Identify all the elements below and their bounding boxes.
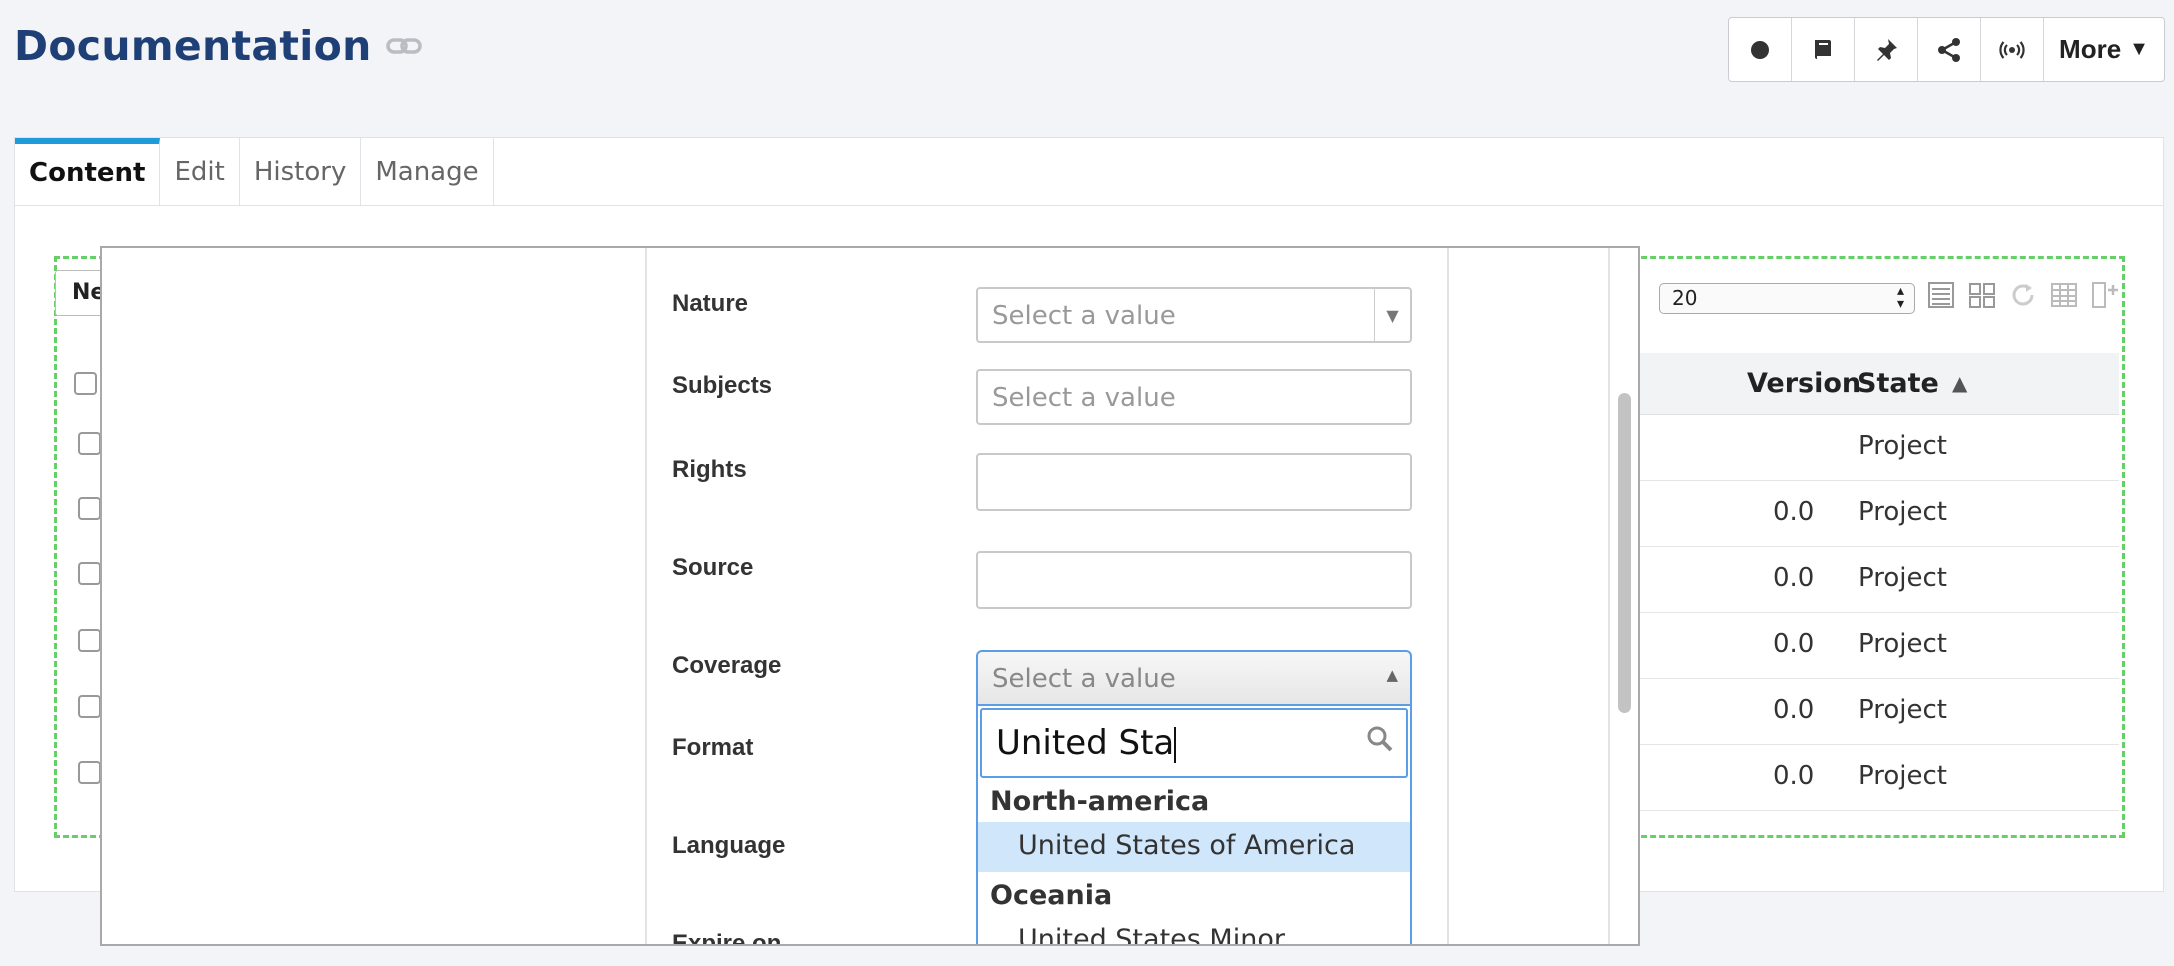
table-header: Version State ▲ (1637, 353, 2119, 415)
subjects-label: Subjects (672, 372, 773, 399)
tab-bar: Content Edit History Manage (15, 138, 2163, 206)
object-toolbar: More ▼ (1728, 17, 2165, 82)
column-header-version[interactable]: Version (1747, 368, 1861, 399)
coverage-search-input[interactable]: United Sta (980, 708, 1408, 778)
row-version: 0.0 (1773, 761, 1815, 791)
pin-icon (1877, 38, 1897, 61)
search-icon (1366, 722, 1394, 762)
status-button[interactable] (1729, 18, 1792, 81)
caret-down-icon: ▼ (2129, 38, 2149, 60)
option-item[interactable]: United States Minor Outlying (978, 916, 1410, 944)
row-checkbox[interactable] (78, 562, 101, 585)
source-label: Source (672, 554, 754, 581)
row-checkbox[interactable] (78, 497, 101, 520)
nature-select[interactable]: Select a value ▼ (976, 287, 1412, 343)
coverage-dropdown: United Sta North-america United States o… (976, 706, 1412, 944)
pin-button[interactable] (1855, 18, 1918, 81)
row-state: Project (1858, 695, 1947, 725)
coverage-search-value: United Sta (996, 723, 1175, 763)
table-icon[interactable] (2049, 280, 2079, 310)
coverage-select[interactable]: Select a value ▲ (976, 650, 1412, 706)
text-cursor (1174, 726, 1177, 763)
broadcast-icon (1999, 40, 2025, 59)
refresh-icon[interactable] (2008, 280, 2038, 310)
row-version: 0.0 (1773, 695, 1815, 725)
column-add-icon[interactable] (2090, 280, 2120, 310)
per-page-select[interactable]: 20 ▴ ▾ (1659, 283, 1915, 314)
spinner-arrows-icon: ▴ ▾ (1896, 283, 1904, 312)
table-row[interactable]: 0.0 Project (1637, 613, 2119, 679)
chevron-down-icon[interactable]: ▼ (1374, 289, 1410, 341)
modal-divider (1608, 248, 1610, 944)
table-row[interactable]: 0.0 Project (1637, 679, 2119, 745)
table-row[interactable]: 0.0 Project (1637, 745, 2119, 811)
subjects-input[interactable]: Select a value (976, 369, 1412, 425)
option-item[interactable]: United States of America (978, 822, 1410, 872)
sort-ascending-icon[interactable]: ▲ (1952, 371, 1967, 395)
tab-edit[interactable]: Edit (160, 138, 240, 206)
row-state: Project (1858, 629, 1947, 659)
row-version: 0.0 (1773, 497, 1815, 527)
subjects-placeholder: Select a value (992, 383, 1176, 413)
link-icon[interactable] (385, 34, 422, 58)
option-group-label: North-america (990, 786, 1210, 817)
row-checkbox[interactable] (78, 629, 101, 652)
nature-placeholder: Select a value (992, 301, 1176, 331)
row-checkbox[interactable] (78, 432, 101, 455)
book-icon (1815, 39, 1831, 59)
page-title: Documentation (14, 22, 372, 70)
row-version: 0.0 (1773, 629, 1815, 659)
column-header-state[interactable]: State (1857, 368, 1939, 399)
row-checkbox[interactable] (78, 761, 101, 784)
modal-left-column (102, 248, 647, 944)
tab-content[interactable]: Content (15, 138, 161, 206)
row-checkbox[interactable] (78, 695, 101, 718)
per-page-value: 20 (1672, 286, 1698, 310)
page-title-container: Documentation (14, 22, 422, 70)
edit-properties-modal: Nature Select a value ▼ Subjects Select … (100, 246, 1640, 946)
book-button[interactable] (1792, 18, 1855, 81)
view-toggle-group (1926, 280, 2120, 310)
share-button[interactable] (1918, 18, 1981, 81)
list-view-icon[interactable] (1926, 280, 1956, 310)
tab-history[interactable]: History (240, 138, 362, 206)
row-version: 0.0 (1773, 563, 1815, 593)
expire-on-label: Expire on (672, 930, 782, 946)
more-menu-button[interactable]: More ▼ (2044, 18, 2164, 81)
language-label: Language (672, 832, 786, 859)
row-state: Project (1858, 761, 1947, 791)
table-row[interactable]: 0.0 Project (1637, 547, 2119, 613)
tab-manage[interactable]: Manage (361, 138, 494, 206)
option-group-label: Oceania (990, 880, 1113, 911)
row-state: Project (1858, 563, 1947, 593)
select-all-checkbox[interactable] (74, 372, 97, 395)
coverage-placeholder: Select a value (992, 664, 1176, 694)
format-label: Format (672, 734, 754, 761)
source-input[interactable] (976, 551, 1412, 609)
table-row[interactable]: Project (1637, 415, 2119, 481)
coverage-label: Coverage (672, 652, 782, 679)
broadcast-button[interactable] (1981, 18, 2044, 81)
grid-view-icon[interactable] (1967, 280, 1997, 310)
rights-input[interactable] (976, 453, 1412, 511)
row-state: Project (1858, 431, 1947, 461)
rights-label: Rights (672, 456, 747, 483)
modal-scrollbar[interactable] (1618, 393, 1631, 713)
row-state: Project (1858, 497, 1947, 527)
share-icon (1938, 37, 1960, 62)
circle-icon (1751, 40, 1769, 59)
table-row[interactable]: 0.0 Project (1637, 481, 2119, 547)
modal-divider (1447, 248, 1449, 944)
more-label: More (2059, 34, 2122, 64)
nature-label: Nature (672, 290, 749, 317)
chevron-up-icon: ▲ (1386, 666, 1398, 684)
